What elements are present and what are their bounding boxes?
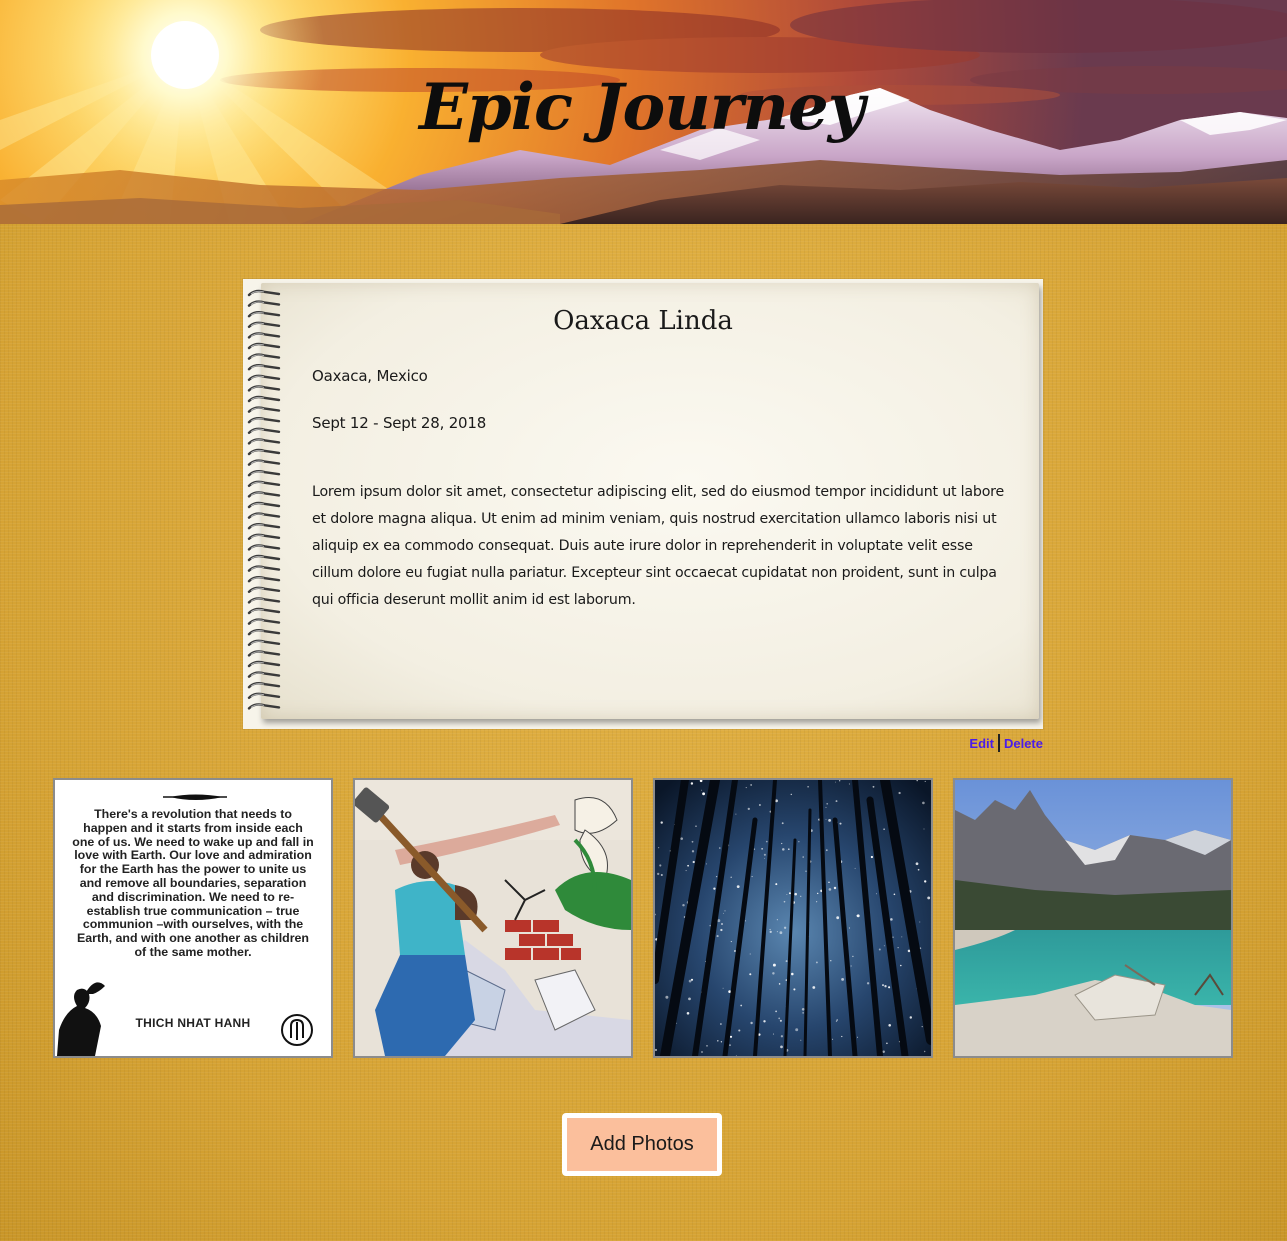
add-photos-button[interactable]: Add Photos bbox=[562, 1113, 722, 1176]
photo-mountain-lake[interactable] bbox=[953, 778, 1233, 1058]
entry-dates: Sept 12 - Sept 28, 2018 bbox=[312, 414, 487, 432]
mountain-lake-image bbox=[955, 780, 1231, 1056]
divider bbox=[997, 734, 1000, 752]
header-banner: Epic Journey bbox=[0, 0, 1287, 224]
mural-image bbox=[355, 780, 631, 1056]
entry-title: Oaxaca Linda bbox=[553, 306, 733, 336]
entry-location: Oaxaca, Mexico bbox=[312, 367, 428, 385]
entry-body: Lorem ipsum dolor sit amet, consectetur … bbox=[312, 484, 1005, 608]
starry-forest-image bbox=[655, 780, 931, 1056]
entry-actions: Edit Delete bbox=[955, 734, 1043, 752]
site-title: Epic Journey bbox=[419, 70, 865, 145]
quote-author: THICH NHAT HANH bbox=[135, 1016, 251, 1030]
quote-text: There's a revolution that needs to happe… bbox=[72, 807, 314, 959]
delete-link[interactable]: Delete bbox=[1004, 736, 1043, 751]
photo-mural[interactable] bbox=[353, 778, 633, 1058]
photo-starry-forest[interactable] bbox=[653, 778, 933, 1058]
edit-link[interactable]: Edit bbox=[969, 736, 994, 751]
spiral-binding-icon bbox=[247, 289, 281, 710]
journal-entry-card: Oaxaca Linda Oaxaca, Mexico Sept 12 - Se… bbox=[243, 279, 1043, 729]
photo-quote[interactable]: There's a revolution that needs to happe… bbox=[53, 778, 333, 1058]
